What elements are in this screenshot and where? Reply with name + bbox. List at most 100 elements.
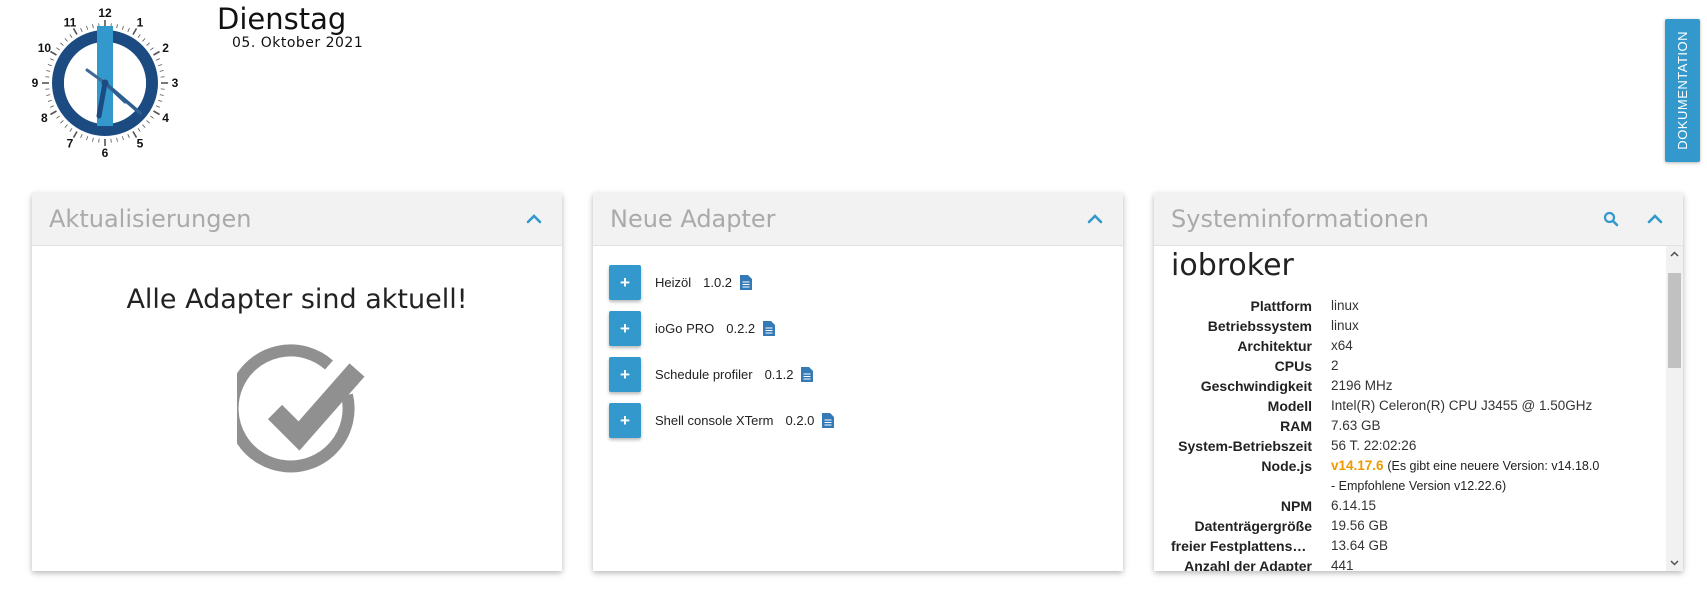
clock-number: 6 xyxy=(102,146,109,158)
info-value: 13.64 GB xyxy=(1331,538,1389,553)
clock-tick xyxy=(86,25,89,30)
documentation-tab-label: DOKUMENTATION xyxy=(1675,31,1690,150)
info-value: linux xyxy=(1331,298,1359,313)
adapter-version: 1.0.2 xyxy=(703,274,733,290)
updates-card-header: Aktualisierungen xyxy=(32,193,562,246)
system-info-card-header: Systeminformationen xyxy=(1154,193,1683,246)
chevron-up-icon[interactable] xyxy=(522,207,546,231)
clock-tick xyxy=(46,94,51,96)
info-value: 441 xyxy=(1331,558,1354,571)
table-row: Anzahl der Adapter 441 xyxy=(1154,556,1664,571)
clock-tick xyxy=(50,50,57,56)
info-value: 19.56 GB xyxy=(1331,518,1389,533)
clock-tick xyxy=(56,47,60,51)
clock-tick xyxy=(50,110,57,116)
table-row: freier Festplattenspeicher 13.64 GB xyxy=(1154,536,1664,556)
scroll-up-arrow-icon[interactable] xyxy=(1666,246,1683,263)
clock-tick xyxy=(127,133,130,138)
info-key: Node.js xyxy=(1261,458,1312,474)
clock-tick xyxy=(47,64,52,67)
list-item: + ioGo PRO 0.2.2 xyxy=(609,305,1123,351)
clock-tick xyxy=(142,38,146,42)
add-adapter-button[interactable]: + xyxy=(609,356,641,392)
adapter-name: Shell console XTerm xyxy=(655,412,774,428)
chevron-up-icon[interactable] xyxy=(1643,207,1667,231)
clock-tick xyxy=(69,128,73,132)
clock-tick xyxy=(142,124,146,128)
table-row: Geschwindigkeit 2196 MHz xyxy=(1154,376,1664,396)
system-info-card-title: Systeminformationen xyxy=(1171,205,1429,233)
clock-tick xyxy=(50,58,55,61)
clock-tick xyxy=(150,47,154,51)
clock-tick xyxy=(86,136,89,141)
clock-number: 5 xyxy=(137,137,144,151)
document-icon[interactable] xyxy=(822,412,835,428)
add-adapter-button[interactable]: + xyxy=(609,264,641,300)
clock-number: 1 xyxy=(137,15,144,29)
clock-number: 10 xyxy=(38,41,52,55)
new-adapters-card: Neue Adapter + Heizöl 1.0.2 + ioGo PRO 0… xyxy=(593,193,1123,571)
scroll-down-arrow-icon[interactable] xyxy=(1666,554,1683,571)
info-key: Betriebssystem xyxy=(1207,318,1312,334)
clock-tick xyxy=(50,105,55,108)
clock-tick xyxy=(158,99,163,102)
clock-number: 9 xyxy=(32,76,39,90)
clock-tick xyxy=(64,124,68,128)
table-row: NPM 6.14.15 xyxy=(1154,496,1664,516)
updates-card: Aktualisierungen Alle Adapter sind aktue… xyxy=(32,193,562,571)
new-adapters-card-header: Neue Adapter xyxy=(593,193,1123,246)
nodejs-version: v14.17.6 xyxy=(1331,458,1384,473)
document-icon[interactable] xyxy=(763,320,776,336)
search-icon[interactable] xyxy=(1599,207,1623,231)
system-info-table: Plattform linux Betriebssystem linux Archi… xyxy=(1154,296,1664,571)
vertical-scrollbar[interactable] xyxy=(1666,246,1683,571)
info-value: v14.17.6 (Es gibt eine neuere Version: v… xyxy=(1331,456,1664,496)
clock-tick xyxy=(159,70,164,72)
clock-tick xyxy=(150,115,154,119)
new-adapter-list: + Heizöl 1.0.2 + ioGo PRO 0.2.2 + Schedu… xyxy=(593,246,1123,443)
clock-tick xyxy=(56,115,60,119)
document-icon[interactable] xyxy=(740,274,753,290)
info-key: Modell xyxy=(1267,398,1312,414)
analog-clock: 12 1 2 3 4 5 6 7 8 9 10 11 xyxy=(30,6,180,160)
clock-tick xyxy=(146,42,150,46)
adapter-version: 0.2.2 xyxy=(726,320,756,336)
clock-tick xyxy=(127,28,130,33)
clock-tick xyxy=(137,34,141,38)
clock-tick xyxy=(121,136,124,141)
clock-tick xyxy=(64,38,68,42)
clock-tick xyxy=(46,70,51,72)
table-row: Node.js v14.17.6 (Es gibt eine neuere Ve… xyxy=(1154,456,1664,496)
info-key: Geschwindigkeit xyxy=(1200,378,1312,394)
clock-tick xyxy=(155,58,160,61)
documentation-tab[interactable]: DOKUMENTATION xyxy=(1665,19,1700,162)
chevron-up-icon[interactable] xyxy=(1083,207,1107,231)
clock-tick xyxy=(153,50,160,56)
clock-tick xyxy=(92,137,94,142)
check-circle-icon xyxy=(237,344,365,473)
updates-card-body: Alle Adapter sind aktuell! xyxy=(32,246,562,571)
info-key: CPUs xyxy=(1274,358,1312,374)
add-adapter-button[interactable]: + xyxy=(609,402,641,438)
table-row: Betriebssystem linux xyxy=(1154,316,1664,336)
info-key: Plattform xyxy=(1250,298,1312,314)
info-value: linux xyxy=(1331,318,1359,333)
clock-number: 12 xyxy=(98,8,112,20)
clock-tick xyxy=(116,24,118,29)
adapter-version: 0.1.2 xyxy=(764,366,794,382)
table-row: RAM 7.63 GB xyxy=(1154,416,1664,436)
add-adapter-button[interactable]: + xyxy=(609,310,641,346)
nodejs-update-note: (Es gibt eine neuere Version: v14.18.0 xyxy=(1387,459,1600,473)
clock-tick xyxy=(60,120,64,124)
table-row: CPUs 2 xyxy=(1154,356,1664,376)
clock-tick xyxy=(72,131,78,138)
all-up-to-date-message: Alle Adapter sind aktuell! xyxy=(126,284,468,315)
table-row: System-Betriebszeit 56 T. 22:02:26 xyxy=(1154,436,1664,456)
clock-tick xyxy=(121,25,124,30)
info-value: 2196 MHz xyxy=(1331,378,1393,393)
new-adapters-card-title: Neue Adapter xyxy=(610,205,776,233)
document-icon[interactable] xyxy=(801,366,814,382)
clock-number: 4 xyxy=(162,111,169,125)
scrollbar-thumb[interactable] xyxy=(1668,273,1681,368)
clock-tick xyxy=(60,42,64,46)
